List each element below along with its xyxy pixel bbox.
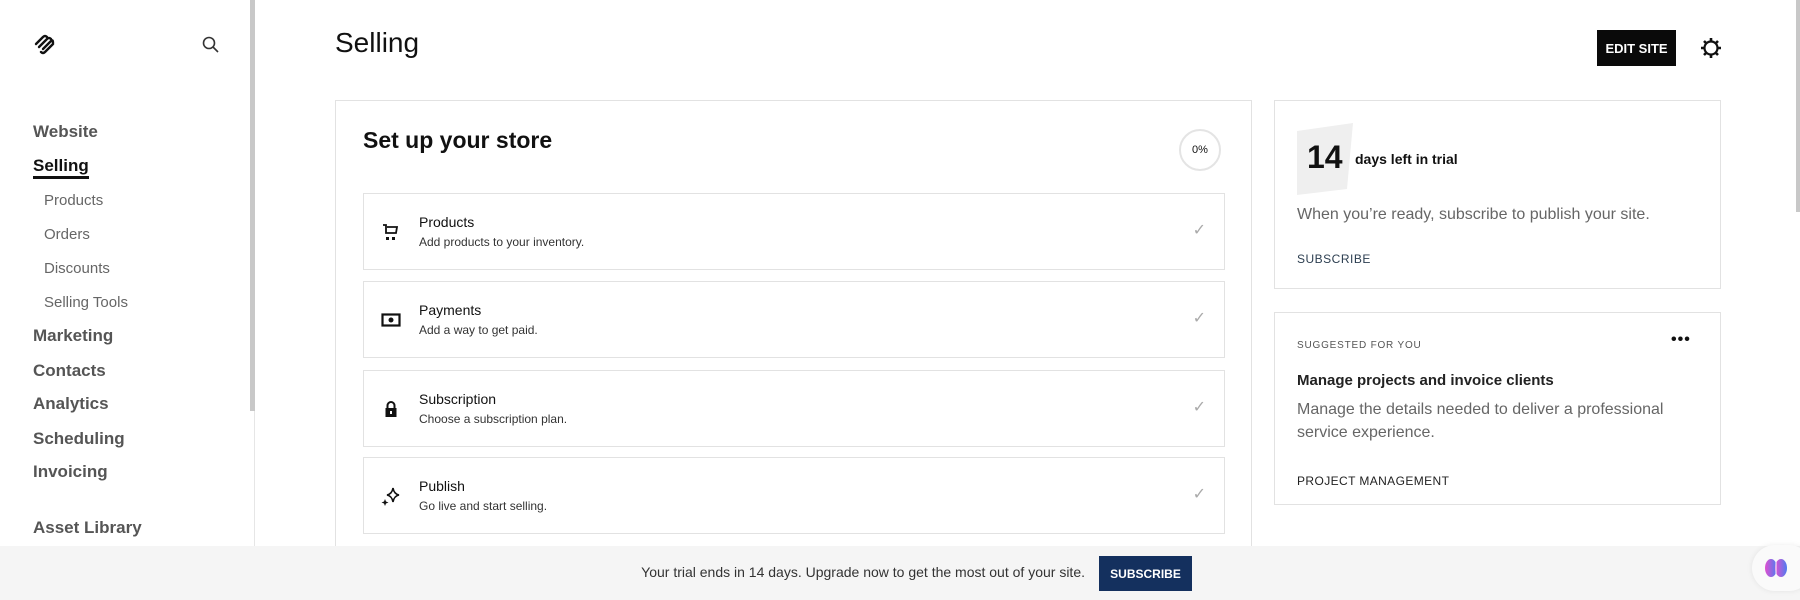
step-desc: Choose a subscription plan.	[419, 412, 568, 426]
suggested-title: Manage projects and invoice clients	[1297, 372, 1554, 389]
lock-icon	[385, 401, 397, 417]
sidebar-item-marketing[interactable]: Marketing	[33, 326, 113, 346]
subscribe-link[interactable]: SUBSCRIBE	[1297, 252, 1371, 266]
step-title: Payments	[419, 302, 482, 318]
nav-label: Website	[33, 122, 98, 141]
step-title: Products	[419, 214, 475, 230]
project-management-link[interactable]: PROJECT MANAGEMENT	[1297, 474, 1449, 488]
sidebar-item-selling-tools[interactable]: Selling Tools	[44, 294, 128, 311]
trial-banner: Your trial ends in 14 days. Upgrade now …	[0, 546, 1800, 600]
setup-step-payments[interactable]: Payments Add a way to get paid. ✓	[363, 281, 1225, 358]
brain-icon	[1765, 559, 1787, 577]
setup-store-title: Set up your store	[363, 127, 553, 153]
banner-subscribe-button[interactable]: SUBSCRIBE	[1099, 556, 1192, 591]
sidebar: Website Selling Products Orders Discount…	[0, 0, 255, 546]
squarespace-logo-icon[interactable]	[33, 33, 57, 55]
sidebar-item-selling[interactable]: Selling	[33, 156, 89, 179]
setup-step-publish[interactable]: Publish Go live and start selling. ✓	[363, 457, 1225, 534]
progress-indicator: 0%	[1179, 129, 1221, 171]
suggested-text: Manage the details needed to deliver a p…	[1297, 401, 1664, 441]
more-options-icon[interactable]: •••	[1671, 331, 1691, 349]
cart-icon	[383, 224, 399, 240]
sidebar-item-discounts[interactable]: Discounts	[44, 260, 110, 277]
sidebar-item-orders[interactable]: Orders	[44, 226, 90, 243]
setup-step-products[interactable]: Products Add products to your inventory.…	[363, 193, 1225, 270]
suggested-card: SUGGESTED FOR YOU ••• Manage projects an…	[1274, 312, 1721, 505]
banner-text: Your trial ends in 14 days. Upgrade now …	[641, 564, 1085, 580]
sidebar-item-scheduling[interactable]: Scheduling	[33, 429, 125, 449]
edit-site-button[interactable]: EDIT SITE	[1597, 30, 1676, 66]
suggested-eyebrow: SUGGESTED FOR YOU	[1297, 340, 1422, 351]
check-icon: ✓	[1192, 399, 1206, 416]
sidebar-item-analytics[interactable]: Analytics	[33, 394, 109, 414]
search-icon[interactable]	[202, 36, 219, 53]
check-icon: ✓	[1192, 486, 1206, 503]
assistant-widget[interactable]	[1752, 545, 1800, 591]
page-scrollbar[interactable]	[1796, 0, 1800, 212]
check-icon: ✓	[1192, 310, 1206, 327]
money-icon	[381, 313, 401, 327]
trial-card: 14 days left in trial When you’re ready,…	[1274, 100, 1721, 289]
gear-icon[interactable]	[1700, 37, 1722, 59]
page-title: Selling	[335, 27, 420, 58]
sparkle-icon	[381, 487, 400, 506]
sidebar-scrollbar[interactable]	[250, 0, 255, 411]
check-icon: ✓	[1192, 222, 1206, 239]
step-desc: Add products to your inventory.	[419, 235, 585, 249]
step-title: Subscription	[419, 391, 497, 407]
step-desc: Add a way to get paid.	[419, 323, 538, 337]
sidebar-item-invoicing[interactable]: Invoicing	[33, 462, 108, 482]
sidebar-item-products[interactable]: Products	[44, 192, 103, 209]
step-title: Publish	[419, 478, 465, 494]
sidebar-item-asset-library[interactable]: Asset Library	[33, 518, 142, 538]
trial-label: days left in trial	[1355, 151, 1458, 167]
nav-label: Selling	[33, 156, 89, 179]
trial-text: When you’re ready, subscribe to publish …	[1297, 206, 1650, 223]
setup-step-subscription[interactable]: Subscription Choose a subscription plan.…	[363, 370, 1225, 447]
sidebar-item-contacts[interactable]: Contacts	[33, 361, 106, 381]
step-desc: Go live and start selling.	[419, 499, 548, 513]
sidebar-item-website[interactable]: Website	[33, 122, 98, 142]
trial-days: 14	[1307, 139, 1343, 175]
